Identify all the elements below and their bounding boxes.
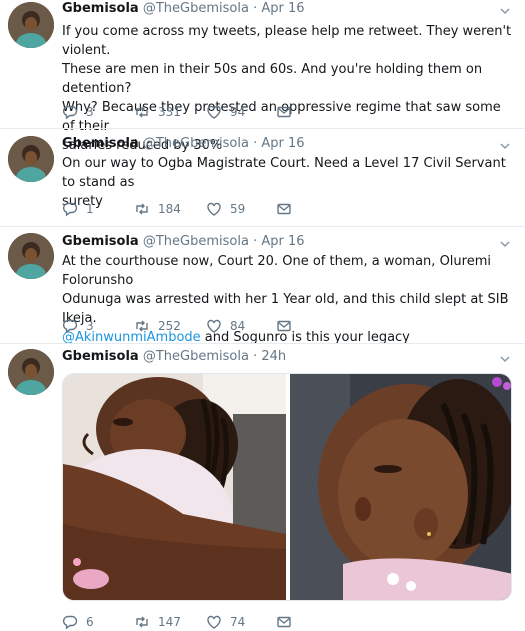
message-button[interactable] — [276, 200, 292, 218]
like-count: 74 — [230, 615, 246, 629]
heart-icon — [207, 319, 221, 333]
author-handle[interactable]: @TheGbemisola — [143, 349, 249, 364]
tweet[interactable]: Gbemisola @TheGbemisola · Apr 16 At the … — [0, 227, 525, 345]
tweet-time[interactable]: · Apr 16 — [253, 136, 304, 151]
author-handle[interactable]: @TheGbemisola — [143, 1, 249, 16]
tweet-line: At the courthouse now, Court 20. One of … — [62, 254, 491, 288]
retweet-icon — [136, 106, 148, 118]
photo-right[interactable] — [290, 374, 512, 601]
reply-icon — [62, 615, 78, 630]
retweet-icon — [136, 320, 148, 332]
like-count: 84 — [230, 319, 246, 333]
chevron-down-icon[interactable] — [499, 140, 511, 152]
envelope-icon — [277, 616, 291, 628]
avatar[interactable] — [8, 2, 54, 48]
like-button[interactable]: 94 — [206, 103, 245, 121]
message-button[interactable] — [276, 317, 292, 335]
retweet-count: 184 — [158, 202, 181, 216]
photo-left[interactable] — [63, 374, 286, 601]
author-name[interactable]: Gbemisola — [62, 234, 139, 249]
author-name[interactable]: Gbemisola — [62, 136, 139, 151]
reply-icon — [62, 202, 78, 217]
like-button[interactable]: 74 — [206, 613, 245, 631]
envelope-icon — [277, 320, 291, 332]
retweet-count: 252 — [158, 319, 181, 333]
author-name[interactable]: Gbemisola — [62, 349, 139, 364]
tweet-time[interactable]: · 24h — [253, 349, 286, 364]
chevron-down-icon[interactable] — [499, 5, 511, 17]
retweet-button[interactable]: 147 — [134, 613, 181, 631]
reply-button[interactable]: 1 — [62, 200, 94, 218]
message-button[interactable] — [276, 103, 292, 121]
retweet-icon — [136, 616, 148, 628]
like-count: 59 — [230, 202, 246, 216]
retweet-button[interactable]: 252 — [134, 317, 181, 335]
avatar[interactable] — [8, 136, 54, 182]
tweet-line: These are men in their 50s and 60s. And … — [62, 62, 483, 96]
avatar[interactable] — [8, 233, 54, 279]
tweet-line: If you come across my tweets, please hel… — [62, 24, 512, 58]
like-button[interactable]: 84 — [206, 317, 245, 335]
reply-count: 3 — [86, 319, 94, 333]
tweet-time[interactable]: · Apr 16 — [253, 234, 304, 249]
envelope-icon — [277, 203, 291, 215]
tweet-media[interactable] — [62, 373, 512, 601]
like-button[interactable]: 59 — [206, 200, 245, 218]
author-handle[interactable]: @TheGbemisola — [143, 136, 249, 151]
heart-icon — [207, 615, 221, 629]
tweet-time[interactable]: · Apr 16 — [253, 1, 304, 16]
tweet[interactable]: Gbemisola @TheGbemisola · Apr 16 If you … — [0, 0, 525, 153]
reply-icon — [62, 319, 78, 334]
retweet-count: 147 — [158, 615, 181, 629]
reply-count: 3 — [86, 105, 94, 119]
reply-count: 1 — [86, 202, 94, 216]
message-button[interactable] — [276, 613, 292, 631]
tweet-line: On our way to Ogba Magistrate Court. Nee… — [62, 156, 506, 190]
photo-grid[interactable] — [63, 374, 512, 601]
chevron-down-icon[interactable] — [499, 353, 511, 365]
reply-count: 6 — [86, 615, 94, 629]
heart-icon — [207, 105, 221, 119]
author-name[interactable]: Gbemisola — [62, 1, 139, 16]
retweet-button[interactable]: 331 — [134, 103, 181, 121]
tweet[interactable]: Gbemisola @TheGbemisola · Apr 16 On our … — [0, 129, 525, 226]
retweet-icon — [136, 203, 148, 215]
like-count: 94 — [230, 105, 246, 119]
envelope-icon — [277, 106, 291, 118]
heart-icon — [207, 202, 221, 216]
author-handle[interactable]: @TheGbemisola — [143, 234, 249, 249]
reply-button[interactable]: 3 — [62, 103, 94, 121]
retweet-count: 331 — [158, 105, 181, 119]
retweet-button[interactable]: 184 — [134, 200, 181, 218]
chevron-down-icon[interactable] — [499, 238, 511, 250]
avatar[interactable] — [8, 349, 54, 395]
reply-button[interactable]: 6 — [62, 613, 94, 631]
reply-icon — [62, 105, 78, 120]
reply-button[interactable]: 3 — [62, 317, 94, 335]
